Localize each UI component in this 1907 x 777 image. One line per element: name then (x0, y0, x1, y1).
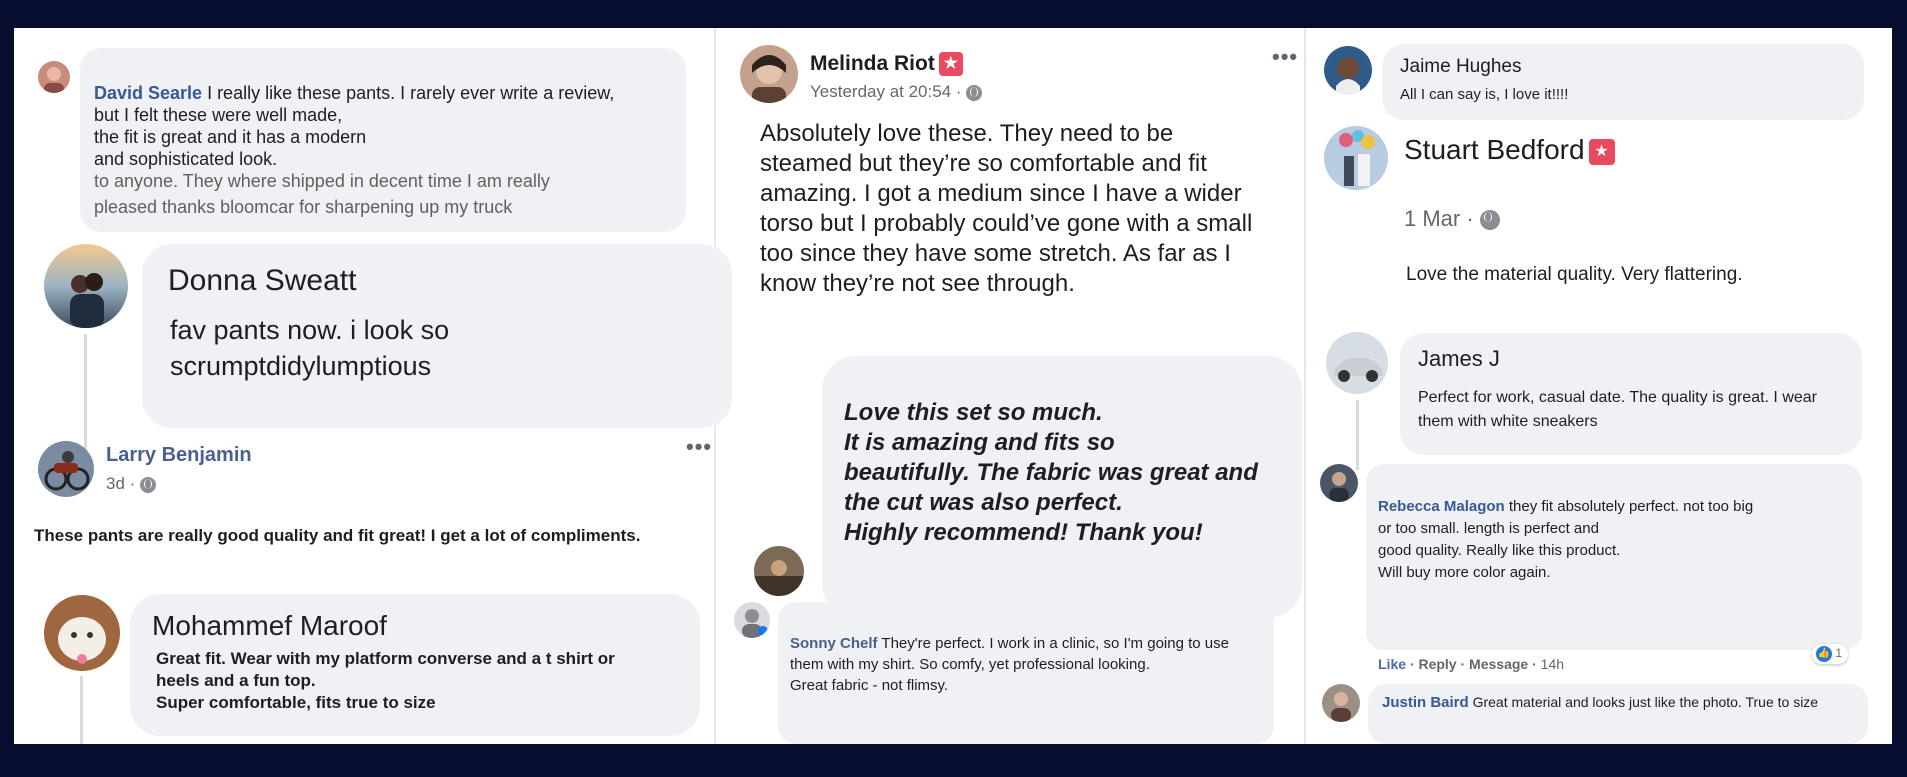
avatar[interactable] (754, 546, 804, 596)
like-link[interactable]: Like (1378, 656, 1406, 672)
globe-icon (140, 476, 157, 493)
comment-text: David Searle I really like these pants. … (94, 83, 615, 169)
commenter-name[interactable]: Stuart Bedford ★ (1404, 134, 1615, 166)
more-options-icon[interactable]: ••• (686, 436, 712, 458)
commenter-name[interactable]: Jaime Hughes (1400, 56, 1521, 78)
avatar[interactable] (1324, 46, 1372, 94)
comment-text: Absolutely love these. They need to be s… (760, 120, 1253, 297)
avatar[interactable] (44, 595, 120, 671)
message-link[interactable]: Message (1469, 656, 1528, 672)
commenter-name[interactable]: Rebecca Malagon (1378, 498, 1505, 515)
comment-timestamp[interactable]: 3d · (106, 474, 157, 494)
column-divider (1304, 28, 1306, 744)
commenter-name[interactable]: James J (1418, 346, 1500, 372)
avatar[interactable] (44, 244, 128, 328)
comment-bubble-justin-baird (1368, 684, 1868, 744)
commenter-name[interactable]: Larry Benjamin (106, 444, 252, 467)
comment-timestamp[interactable]: Yesterday at 20:54 · (810, 82, 983, 102)
avatar[interactable] (1326, 332, 1388, 394)
commenter-name[interactable]: Donna Sweatt (168, 264, 356, 298)
globe-icon (966, 84, 983, 101)
comment-text: These pants are really good quality and … (34, 526, 641, 545)
comment-text-continued: but I felt these were well made, the fit… (94, 105, 367, 169)
avatar[interactable] (1320, 464, 1358, 502)
comment-text: Rebecca Malagon they fit absolutely perf… (1378, 498, 1754, 581)
comment-text: Justin Baird Great material and looks ju… (1382, 694, 1819, 711)
comment-text: Love the material quality. Very flatteri… (1406, 264, 1743, 285)
comment-timestamp[interactable]: 1 Mar · (1404, 206, 1500, 232)
avatar[interactable] (734, 602, 770, 638)
commenter-name[interactable]: Sonny Chelf (790, 635, 878, 652)
comment-actions: Like · Reply · Message · 14h (1378, 656, 1565, 672)
comment-text: Great fit. Wear with my platform convers… (156, 649, 615, 712)
comment-text: Perfect for work, casual date. The quali… (1418, 389, 1817, 430)
comment-text: fav pants now. i look so scrumptdidylump… (170, 315, 450, 381)
comment-text-overlay: to anyone. They where shipped in decent … (94, 171, 550, 217)
comment-text-continued: them with my shirt. So comfy, yet profes… (790, 656, 1150, 694)
thread-line (84, 334, 87, 450)
commenter-name[interactable]: Mohammef Maroof (152, 610, 387, 642)
avatar[interactable] (38, 441, 94, 497)
reviews-collage: David Searle I really like these pants. … (14, 28, 1892, 744)
commenter-name[interactable]: David Searle (94, 83, 202, 103)
commenter-name[interactable]: Melinda Riot ★ (810, 52, 963, 77)
star-badge-icon: ★ (938, 52, 963, 77)
star-badge-icon: ★ (1588, 138, 1615, 165)
avatar[interactable] (1324, 126, 1388, 190)
thread-line (1356, 400, 1359, 470)
comment-time[interactable]: 14h (1541, 656, 1564, 672)
like-reaction-icon: 👍 (1816, 646, 1832, 662)
thread-line (80, 676, 83, 744)
avatar[interactable] (740, 45, 798, 103)
more-options-icon[interactable]: ••• (1272, 46, 1298, 68)
avatar[interactable] (1322, 684, 1360, 722)
comment-text: Love this set so much. It is amazing and… (844, 399, 1258, 546)
avatar[interactable] (38, 61, 70, 93)
comment-text: All I can say is, I love it!!!! (1400, 86, 1569, 103)
comment-text-continued: or too small. length is perfect and good… (1378, 520, 1621, 581)
commenter-name[interactable]: Justin Baird (1382, 694, 1469, 711)
comment-text: Sonny Chelf They're perfect. I work in a… (790, 635, 1229, 694)
chevron-left-icon[interactable] (14, 395, 44, 445)
reaction-count[interactable]: 👍 1 (1812, 644, 1849, 664)
reply-link[interactable]: Reply (1418, 656, 1456, 672)
globe-icon (1479, 210, 1500, 231)
